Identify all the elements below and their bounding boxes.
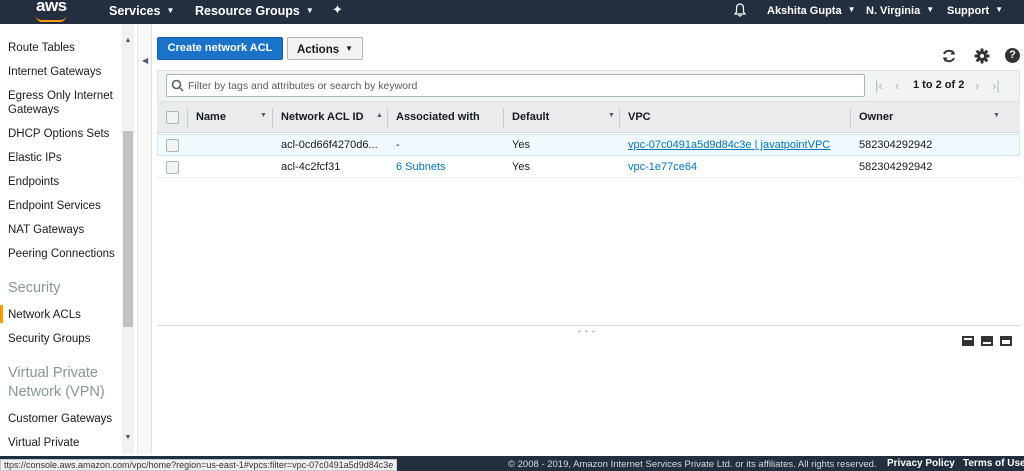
sidebar-item-egress-only-gateways-line2[interactable]: Gateways xyxy=(8,103,59,117)
sidebar-item-route-tables[interactable]: Route Tables xyxy=(8,41,75,55)
row-checkbox[interactable] xyxy=(166,161,179,174)
active-item-marker xyxy=(0,305,3,323)
resource-groups-label: Resource Groups xyxy=(195,4,300,18)
user-name: Akshita Gupta xyxy=(767,5,842,17)
resource-groups-menu[interactable]: Resource Groups ▼ xyxy=(195,4,314,18)
cell-owner: 582304292942 xyxy=(859,161,933,173)
scroll-up-icon[interactable]: ▲ xyxy=(122,37,134,44)
aws-logo-smile-icon xyxy=(36,16,66,22)
terms-of-use-link[interactable]: Terms of Use xyxy=(963,458,1024,469)
chevron-down-icon: ▼ xyxy=(305,6,314,15)
sidebar-collapse-strip[interactable]: ◀ xyxy=(138,24,152,454)
sort-icon[interactable]: ▼ xyxy=(260,112,267,119)
select-all-checkbox[interactable] xyxy=(166,111,179,124)
create-network-acl-button[interactable]: Create network ACL xyxy=(157,37,283,60)
bell-icon[interactable] xyxy=(734,3,746,17)
services-label: Services xyxy=(109,4,161,18)
chevron-down-icon: ▼ xyxy=(847,5,856,14)
help-icon[interactable]: ? xyxy=(1005,48,1020,63)
sidebar-item-dhcp-options[interactable]: DHCP Options Sets xyxy=(8,127,109,141)
sidebar-item-egress-only-gateways[interactable]: Egress Only Internet xyxy=(8,89,113,103)
column-header-default[interactable]: Default xyxy=(512,111,549,123)
sidebar-scroll-thumb[interactable] xyxy=(123,131,133,327)
prev-page-icon[interactable]: ‹ xyxy=(895,78,899,93)
cell-associated-with: - xyxy=(396,139,400,151)
row-checkbox[interactable] xyxy=(166,139,179,152)
chevron-down-icon: ▼ xyxy=(345,44,354,53)
sidebar-item-security-groups[interactable]: Security Groups xyxy=(8,332,90,346)
region-menu[interactable]: N. Virginia ▼ xyxy=(866,5,934,17)
cell-owner: 582304292942 xyxy=(859,139,933,151)
column-header-name[interactable]: Name xyxy=(196,111,226,123)
actions-label: Actions xyxy=(296,44,340,56)
sidebar-item-virtual-private-gateways[interactable]: Virtual Private xyxy=(8,436,79,450)
first-page-icon[interactable]: |‹ xyxy=(875,78,883,93)
actions-dropdown[interactable]: Actions ▼ xyxy=(287,37,363,60)
column-divider xyxy=(619,108,620,128)
column-divider xyxy=(272,108,273,128)
column-header-associated-with[interactable]: Associated with xyxy=(396,111,480,123)
top-nav: aws Services ▼ Resource Groups ▼ ✦ Akshita… xyxy=(0,0,1024,24)
column-divider xyxy=(387,108,388,128)
cell-acl-id: acl-0cd66f4270d6... xyxy=(281,139,378,151)
sidebar-item-nat-gateways[interactable]: NAT Gateways xyxy=(8,223,84,237)
column-header-owner[interactable]: Owner xyxy=(859,111,893,123)
gear-icon[interactable] xyxy=(974,48,990,64)
cell-acl-id: acl-4c2fcf31 xyxy=(281,161,341,173)
pane-splitter[interactable] xyxy=(157,325,1020,326)
column-divider xyxy=(187,108,188,128)
search-icon xyxy=(171,79,184,92)
layout-full-icon[interactable] xyxy=(1000,336,1012,346)
refresh-icon[interactable] xyxy=(941,48,957,64)
cell-vpc-link[interactable]: vpc-07c0491a5d9d84c3e | javatpointVPC xyxy=(628,139,830,151)
sidebar: Route Tables Internet Gateways Egress On… xyxy=(0,24,138,454)
footer-copyright: © 2008 - 2019, Amazon Internet Services … xyxy=(508,459,877,470)
sort-icon[interactable]: ▼ xyxy=(993,112,1000,119)
chevron-down-icon: ▼ xyxy=(166,6,175,15)
column-header-network-acl-id[interactable]: Network ACL ID xyxy=(281,111,364,123)
sidebar-heading-vpn-line2: Network (VPN) xyxy=(8,384,105,400)
cell-default: Yes xyxy=(512,161,530,173)
column-header-vpc[interactable]: VPC xyxy=(628,111,651,123)
column-divider xyxy=(850,108,851,128)
support-label: Support xyxy=(947,5,990,17)
cell-associated-with-link[interactable]: 6 Subnets xyxy=(396,161,446,173)
status-bar-url: ttps://console.aws.amazon.com/vpc/home?r… xyxy=(0,459,398,471)
cell-vpc-link[interactable]: vpc-1e77ce64 xyxy=(628,161,697,173)
last-page-icon[interactable]: ›| xyxy=(992,78,1000,93)
sidebar-item-network-acls[interactable]: Network ACLs xyxy=(8,308,81,322)
pagination-text: 1 to 2 of 2 xyxy=(913,79,965,91)
sidebar-item-peering-connections[interactable]: Peering Connections xyxy=(8,247,115,261)
sidebar-item-elastic-ips[interactable]: Elastic IPs xyxy=(8,151,62,165)
search-input[interactable] xyxy=(166,74,865,97)
sort-ascending-icon[interactable]: ▲ xyxy=(376,112,383,119)
sort-icon[interactable]: ▼ xyxy=(608,112,615,119)
sidebar-item-endpoints[interactable]: Endpoints xyxy=(8,175,59,189)
region-name: N. Virginia xyxy=(866,5,921,17)
support-menu[interactable]: Support ▼ xyxy=(947,5,1003,17)
layout-top-icon[interactable] xyxy=(981,336,993,346)
sidebar-heading-vpn: Virtual Private xyxy=(8,365,98,381)
sidebar-heading-security: Security xyxy=(8,280,61,296)
next-page-icon[interactable]: › xyxy=(975,78,979,93)
collapse-left-icon[interactable]: ◀ xyxy=(142,56,148,65)
cell-default: Yes xyxy=(512,139,530,151)
sidebar-item-customer-gateways[interactable]: Customer Gateways xyxy=(8,412,112,426)
layout-bottom-icon[interactable] xyxy=(962,336,974,346)
privacy-policy-link[interactable]: Privacy Policy xyxy=(887,458,955,469)
column-divider xyxy=(503,108,504,128)
user-menu[interactable]: Akshita Gupta ▼ xyxy=(767,5,856,17)
sidebar-item-endpoint-services[interactable]: Endpoint Services xyxy=(8,199,101,213)
scroll-down-icon[interactable]: ▼ xyxy=(122,434,134,441)
services-menu[interactable]: Services ▼ xyxy=(109,4,174,18)
chevron-down-icon: ▼ xyxy=(995,5,1004,14)
pin-icon[interactable]: ✦ xyxy=(332,2,343,18)
sidebar-item-internet-gateways[interactable]: Internet Gateways xyxy=(8,65,101,79)
aws-logo[interactable]: aws xyxy=(36,0,67,16)
chevron-down-icon: ▼ xyxy=(926,5,935,14)
drag-handle-icon[interactable]: • • • xyxy=(578,327,596,336)
